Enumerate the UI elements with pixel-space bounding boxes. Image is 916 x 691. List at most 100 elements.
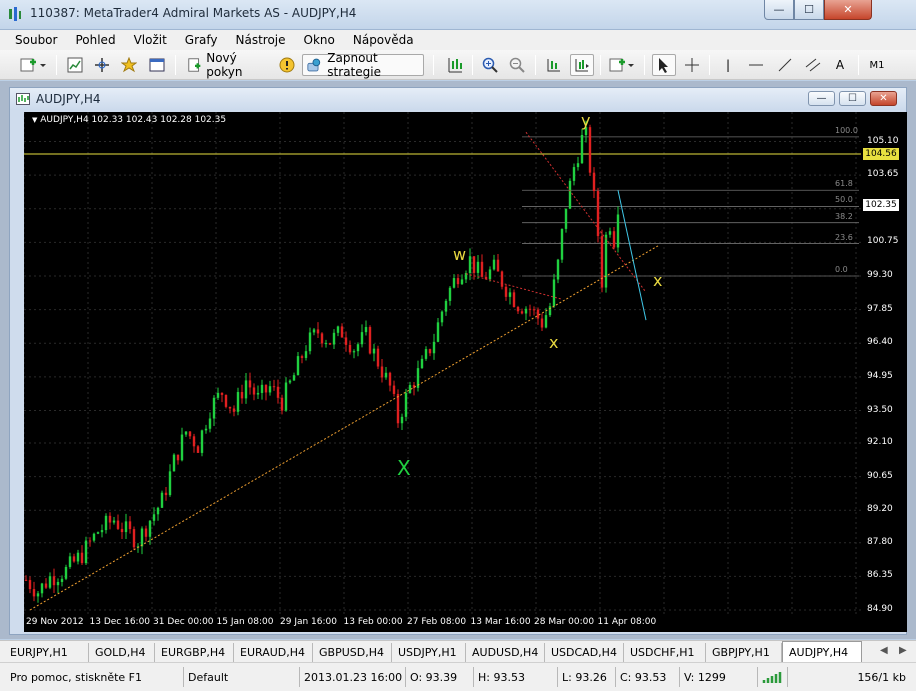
time-axis[interactable]: 29 Nov 2012 13 Dec 16:00 31 Dec 00:00 15 Ja… (24, 614, 907, 632)
timeframe-m1-button[interactable]: M1 (866, 54, 888, 76)
candle-body (88, 540, 92, 542)
chart-canvas[interactable] (24, 112, 861, 632)
horizontal-line-button[interactable] (745, 54, 767, 76)
time-axis-label: 28 Mar 00:00 (534, 617, 595, 627)
candle-body (468, 256, 472, 274)
menu-grafy[interactable]: Grafy (176, 33, 227, 47)
new-order-button[interactable]: Nový pokyn (183, 51, 273, 79)
start-strategy-button[interactable]: Zapnout strategie (302, 51, 424, 79)
candle-body (488, 269, 492, 280)
candle-body (280, 397, 284, 411)
candle-body (376, 348, 380, 367)
candle-body (188, 431, 192, 437)
candle-body (232, 408, 236, 412)
chart-window-titlebar: AUDJPY,H4 — ☐ ✕ (10, 88, 906, 110)
equidistant-channel-button[interactable] (802, 54, 824, 76)
tab-usdcad-h4[interactable]: USDCAD,H4 (545, 643, 624, 662)
candle-body (228, 406, 232, 409)
candle-body (308, 332, 312, 352)
menu-vlozit[interactable]: Vložit (125, 33, 176, 47)
navigator-button[interactable] (91, 54, 113, 76)
tabs-scroll-right-icon[interactable]: ▶ (899, 645, 907, 656)
chart-restore-button[interactable]: ☐ (839, 91, 866, 106)
menu-soubor[interactable]: Soubor (6, 33, 66, 47)
tab-audjpy-h4[interactable]: AUDJPY,H4 (782, 641, 862, 662)
tab-eurgbp-h4[interactable]: EURGBP,H4 (155, 643, 234, 662)
chart-close-button[interactable]: ✕ (870, 91, 897, 106)
candle-body (340, 326, 344, 338)
crosshair-tool-button[interactable] (681, 54, 703, 76)
new-chart-icon (20, 58, 46, 72)
tab-euraud-h4[interactable]: EURAUD,H4 (234, 643, 313, 662)
text-tool-button[interactable]: A (830, 54, 850, 76)
close-button[interactable]: ✕ (824, 0, 872, 20)
minimize-button[interactable]: — (764, 0, 794, 20)
tab-audusd-h4[interactable]: AUDUSD,H4 (466, 643, 545, 662)
candle-body (44, 583, 48, 588)
status-close: C: 93.53 (615, 667, 677, 687)
connection-status-icon[interactable] (757, 667, 785, 687)
price-axis-label: 103.65 (867, 169, 899, 180)
candle-body (428, 349, 432, 354)
candle-body (500, 271, 504, 287)
candle-body (292, 375, 296, 381)
time-axis-label: 11 Apr 08:00 (597, 617, 657, 627)
tab-gbpusd-h4[interactable]: GBPUSD,H4 (313, 643, 392, 662)
tabs-scroll-left-icon[interactable]: ◀ (880, 645, 888, 656)
vertical-line-button[interactable]: | (718, 54, 738, 76)
chart-type-button[interactable] (443, 54, 467, 76)
price-chart[interactable]: ▼ AUDJPY,H4 102.33 102.43 102.28 102.35 … (24, 111, 861, 632)
maximize-button[interactable]: ☐ (794, 0, 824, 20)
candle-body (324, 343, 328, 345)
zoom-out-button[interactable] (506, 54, 528, 76)
candle-body (548, 306, 552, 316)
tab-eurjpy-h1[interactable]: EURJPY,H1 (4, 643, 89, 662)
tab-usdjpy-h1[interactable]: USDJPY,H1 (392, 643, 466, 662)
menu-okno[interactable]: Okno (295, 33, 344, 47)
candle-body (480, 261, 484, 277)
candle-body (392, 385, 396, 394)
tab-gbpjpy-h1[interactable]: GBPJPY,H1 (706, 643, 782, 662)
wave-label: x (549, 333, 559, 353)
menu-nastroje[interactable]: Nástroje (227, 33, 295, 47)
menu-pohled[interactable]: Pohled (66, 33, 124, 47)
trendline (525, 131, 647, 293)
candle-body (364, 327, 368, 333)
candle-body (592, 172, 596, 192)
alert-button[interactable] (276, 54, 298, 76)
indicators-button[interactable] (607, 54, 637, 76)
candle-body (48, 576, 52, 588)
price-axis[interactable]: 105.10103.65102.20100.7599.3097.8596.409… (861, 112, 907, 614)
chart-shift-button[interactable] (570, 54, 594, 76)
candle-body (352, 351, 356, 353)
candle-body (304, 351, 308, 358)
auto-scroll-button[interactable] (543, 54, 565, 76)
new-chart-button[interactable] (18, 54, 48, 76)
candle-body (472, 256, 476, 273)
candle-body (128, 521, 132, 530)
status-profile[interactable]: Default (183, 667, 297, 687)
tab-gold-h4[interactable]: GOLD,H4 (89, 643, 155, 662)
terminal-button[interactable] (146, 54, 168, 76)
candle-body (100, 530, 104, 533)
fibonacci-level-label: 0.0 (835, 265, 848, 275)
price-axis-label: 99.30 (867, 270, 893, 281)
chart-minimize-button[interactable]: — (808, 91, 835, 106)
candle-body (184, 431, 188, 435)
time-axis-label: 29 Jan 16:00 (280, 617, 337, 627)
candle-body (40, 583, 44, 594)
trendline-button[interactable] (774, 54, 796, 76)
candle-body (368, 327, 372, 354)
menu-napoveda[interactable]: Nápověda (344, 33, 423, 47)
zoom-in-button[interactable] (479, 54, 501, 76)
favorites-button[interactable] (118, 54, 140, 76)
price-axis-label: 89.20 (867, 504, 893, 515)
candle-body (176, 454, 180, 461)
candle-body (580, 135, 584, 164)
tab-usdchf-h1[interactable]: USDCHF,H1 (624, 643, 706, 662)
candle-body (520, 311, 524, 314)
cursor-tool-button[interactable] (652, 54, 676, 76)
market-watch-button[interactable] (64, 54, 86, 76)
candle-body (508, 292, 512, 297)
price-axis-label: 94.95 (867, 370, 893, 381)
